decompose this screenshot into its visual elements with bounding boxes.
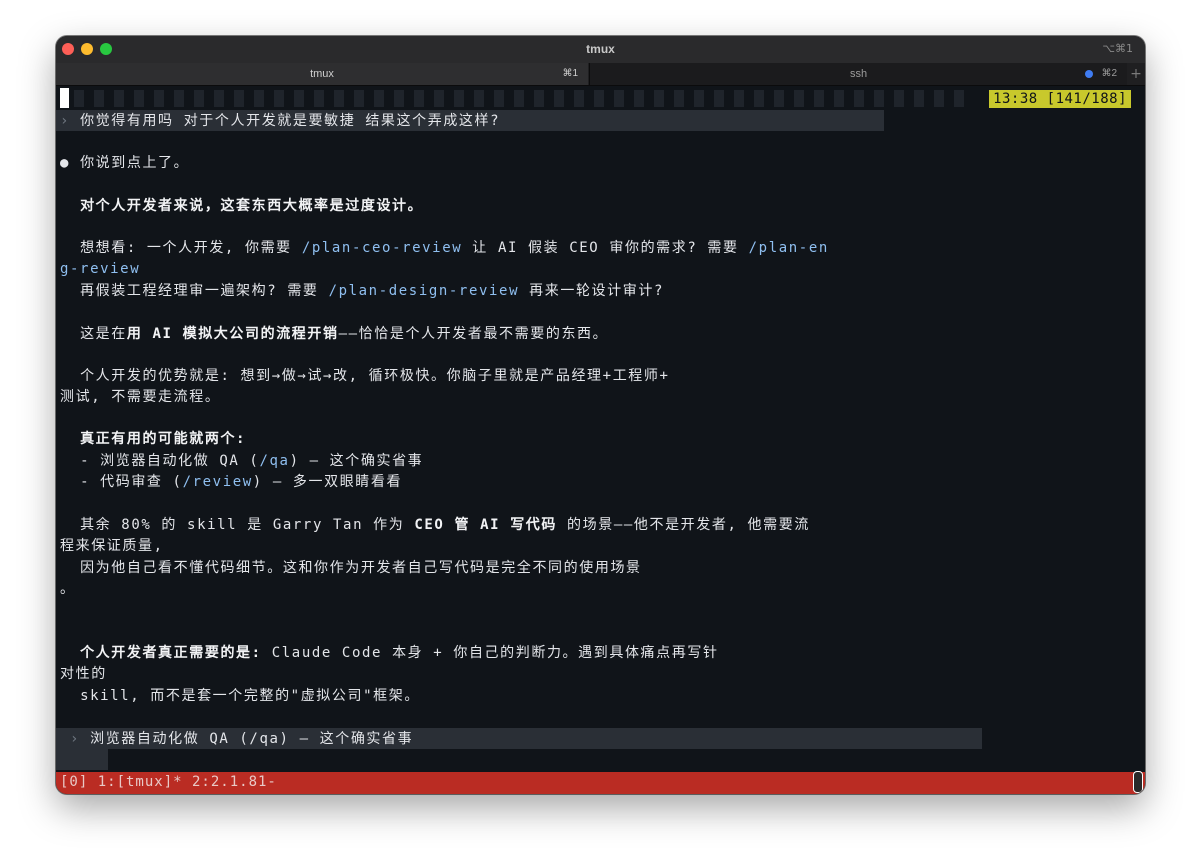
output-line: 再假装工程经理审一遍架构? 需要 /plan-design-review 再来一… xyxy=(80,283,664,299)
output-line: 个人开发者真正需要的是: Claude Code 本身 + 你自己的判断力。遇到… xyxy=(80,645,719,661)
output-line: 程来保证质量, xyxy=(60,538,164,554)
terminal-pane[interactable]: 13:38 [141/188] › 你觉得有用吗 对于个人开发就是要敏捷 结果这… xyxy=(56,86,1145,772)
activity-dot-icon xyxy=(1085,70,1093,78)
tab-shortcut: ⌘2 xyxy=(1101,68,1117,79)
bullet-icon: ● xyxy=(60,155,71,171)
output-line: g-review xyxy=(60,260,140,278)
command-link: /review xyxy=(182,474,253,490)
partial-redraw-artifact xyxy=(74,90,974,107)
output-line: 因为他自己看不懂代码细节。这和你作为开发者自己写代码是完全不同的使用场景 xyxy=(80,560,642,576)
tab-ssh[interactable]: ssh ⌘2 xyxy=(589,63,1127,85)
tmux-status-bar: [0] 1:[tmux]* 2:2.1.81- xyxy=(56,772,1145,794)
prompt-arrow-icon: › xyxy=(60,113,71,129)
command-link: /qa xyxy=(259,453,290,469)
tab-label: tmux xyxy=(310,68,334,80)
scrollbar-thumb[interactable] xyxy=(1133,771,1143,793)
list-item: - 浏览器自动化做 QA (/qa) — 这个确实省事 xyxy=(80,453,424,469)
command-link: g-review xyxy=(60,261,141,277)
output-line: 这是在用 AI 模拟大公司的流程开销——恰恰是个人开发者最不需要的东西。 xyxy=(80,326,609,342)
reply-line: ● 你说到点上了。 xyxy=(60,155,190,171)
output-line: 对个人开发者来说，这套东西大概率是过度设计。 xyxy=(80,198,424,214)
status-text: [0] 1:[tmux]* 2:2.1.81- xyxy=(60,774,277,790)
command-link: /plan-ceo-review xyxy=(301,240,463,256)
tab-bar: tmux ⌘1 ssh ⌘2 + xyxy=(56,63,1145,86)
prompt-input[interactable]: › 浏览器自动化做 QA (/qa) — 这个确实省事 xyxy=(60,730,413,748)
window-shortcut: ⌥⌘1 xyxy=(1102,42,1133,55)
output-line: 对性的 xyxy=(60,666,107,682)
list-item: - 代码审查 (/review) — 多一双眼睛看看 xyxy=(80,474,403,490)
input-prompt-highlight xyxy=(56,749,108,770)
output-line: 测试, 不需要走流程。 xyxy=(60,389,221,405)
terminal-window: tmux ⌥⌘1 tmux ⌘1 ssh ⌘2 + 13:38 [141/188… xyxy=(56,36,1145,794)
command-link: /plan-en xyxy=(748,240,829,256)
output-line: 想想看: 一个人开发, 你需要 /plan-ceo-review 让 AI 假装… xyxy=(80,240,829,256)
clock-indicator: 13:38 [141/188] xyxy=(989,90,1131,108)
title-bar: tmux ⌥⌘1 xyxy=(56,36,1145,63)
prompt-arrow-icon: › xyxy=(70,731,81,747)
output-line: 真正有用的可能就两个: xyxy=(80,431,247,447)
command-link: /plan-design-review xyxy=(328,283,520,299)
new-tab-button[interactable]: + xyxy=(1127,63,1145,85)
tab-tmux[interactable]: tmux ⌘1 xyxy=(56,63,588,85)
window-title: tmux xyxy=(586,42,615,56)
output-line: 其余 80% 的 skill 是 Garry Tan 作为 CEO 管 AI 写… xyxy=(80,517,810,533)
text-cursor xyxy=(60,88,69,108)
user-message: › 你觉得有用吗 对于个人开发就是要敏捷 结果这个弄成这样? xyxy=(60,113,501,129)
output-line: 个人开发的优势就是: 想到→做→试→改, 循环极快。你脑子里就是产品经理+工程师… xyxy=(80,368,670,384)
output-line: 。 xyxy=(60,581,76,597)
tab-shortcut: ⌘1 xyxy=(562,68,578,79)
tab-label: ssh xyxy=(849,68,868,80)
output-line: skill, 而不是套一个完整的"虚拟公司"框架。 xyxy=(80,688,420,704)
